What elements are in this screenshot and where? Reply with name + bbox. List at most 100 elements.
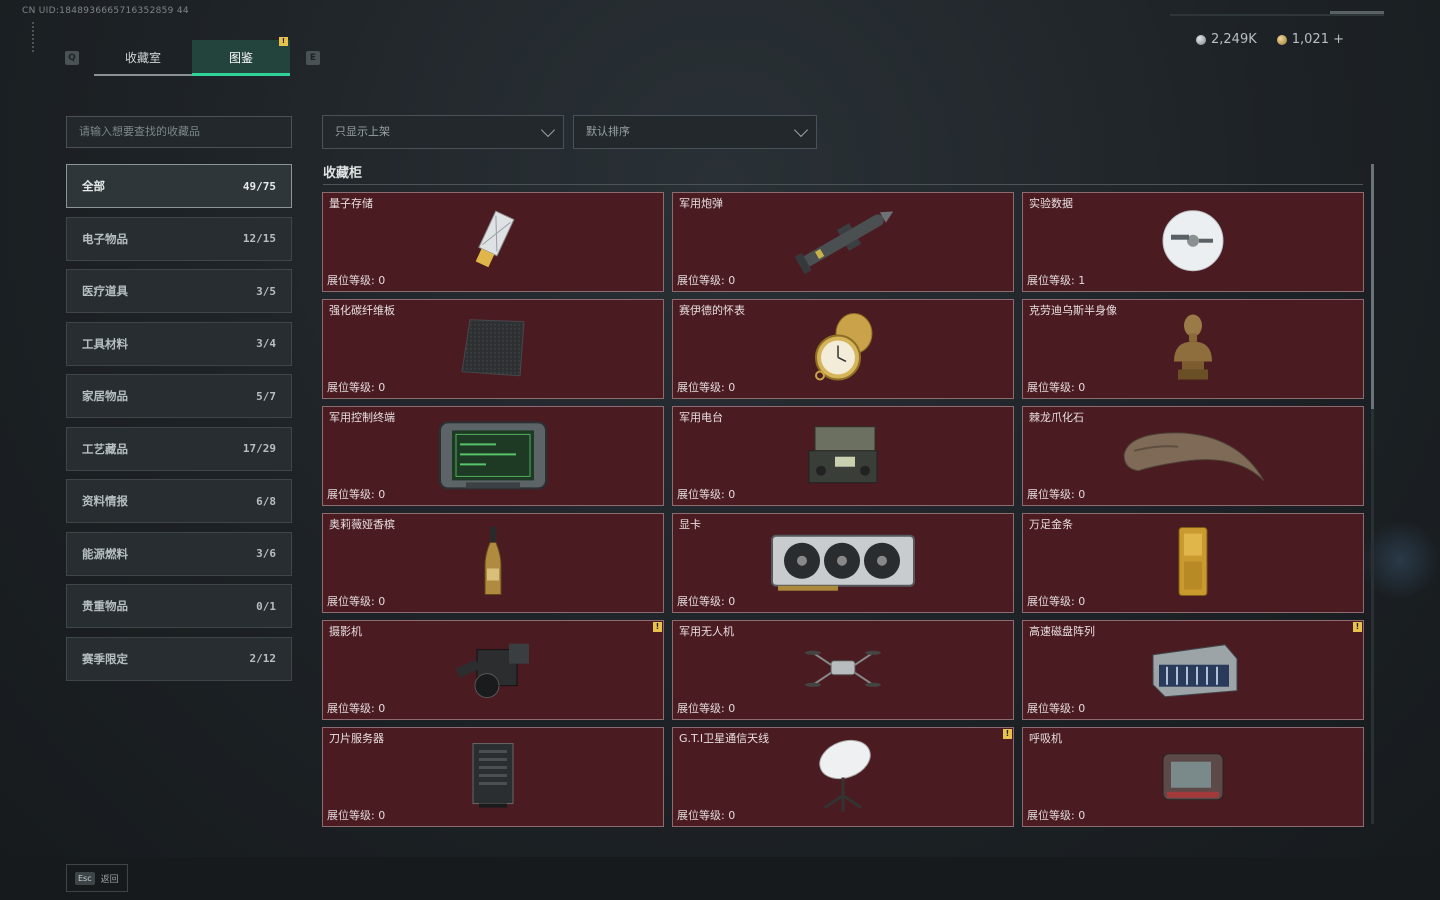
collection-card[interactable]: 军用无人机 展位等级: 0 xyxy=(672,620,1014,720)
category-electronics[interactable]: 电子物品 12/15 xyxy=(66,216,292,261)
alert-badge: ! xyxy=(1353,622,1362,632)
collection-card[interactable]: 刀片服务器 展位等级: 0 xyxy=(322,727,664,827)
collection-card[interactable]: 强化碳纤维板 展位等级: 0 xyxy=(322,299,664,399)
item-name: G.T.I卫星通信天线 xyxy=(679,732,770,745)
tab-codex[interactable]: 图鉴! xyxy=(192,37,290,76)
item-name: 军用无人机 xyxy=(679,625,734,638)
category-label: 工艺藏品 xyxy=(82,441,128,456)
dropdown-value: 只显示上架 xyxy=(335,125,390,138)
scrollbar-thumb[interactable] xyxy=(1371,164,1374,409)
category-household[interactable]: 家居物品 5/7 xyxy=(66,374,292,418)
collection-card[interactable]: 军用电台 展位等级: 0 xyxy=(672,406,1014,506)
tab-label: 收藏室 xyxy=(124,51,161,65)
category-season[interactable]: 赛季限定 2/12 xyxy=(66,636,292,681)
disk-array-icon xyxy=(1152,644,1238,698)
server-icon xyxy=(472,743,514,808)
tab-label: 图鉴 xyxy=(228,51,253,65)
collection-card[interactable]: 军用控制终端 展位等级: 0 xyxy=(322,406,664,506)
satellite-dish-icon xyxy=(819,739,871,812)
category-count: 3/4 xyxy=(256,337,276,350)
back-button[interactable]: Esc 返回 xyxy=(66,864,128,892)
tab-collection-room[interactable]: 收藏室 xyxy=(94,40,192,76)
category-count: 49/75 xyxy=(242,179,276,193)
category-label: 工具材料 xyxy=(82,336,128,351)
collection-card[interactable]: G.T.I卫星通信天线 ! 展位等级: 0 xyxy=(672,727,1014,827)
champagne-icon xyxy=(484,526,502,596)
currency-gold[interactable]: 1,021 + xyxy=(1276,32,1344,47)
category-label: 赛季限定 xyxy=(82,651,128,666)
gpu-icon xyxy=(771,534,915,591)
display-level: 展位等级: 0 xyxy=(677,595,736,608)
display-level: 展位等级: 1 xyxy=(1027,274,1086,287)
display-level: 展位等级: 0 xyxy=(1027,595,1086,608)
display-level: 展位等级: 0 xyxy=(327,702,386,715)
currency-value: 2,249K xyxy=(1211,32,1257,47)
category-count: 12/15 xyxy=(242,232,276,245)
category-label: 家居物品 xyxy=(82,389,128,403)
category-count: 2/12 xyxy=(249,652,277,665)
gold-bar-icon xyxy=(1178,527,1208,597)
collection-card[interactable]: 军用炮弹 展位等级: 0 xyxy=(672,192,1014,292)
collection-card[interactable]: 克劳迪乌斯半身像 展位等级: 0 xyxy=(1022,299,1364,399)
sort-dropdown[interactable]: 默认排序 xyxy=(573,115,817,149)
display-level: 展位等级: 0 xyxy=(327,595,386,608)
alert-badge: ! xyxy=(1003,729,1012,739)
collection-card[interactable]: 棘龙爪化石 展位等级: 0 xyxy=(1022,406,1364,506)
currency-silver[interactable]: 2,249K xyxy=(1196,32,1257,47)
display-level: 展位等级: 0 xyxy=(327,488,386,501)
item-name: 军用电台 xyxy=(679,411,723,424)
carbon-plate-icon xyxy=(461,319,525,377)
item-name: 显卡 xyxy=(679,518,701,531)
item-name: 赛伊德的怀表 xyxy=(679,304,745,317)
silver-coin-icon xyxy=(1196,34,1206,45)
category-label: 贵重物品 xyxy=(82,599,128,613)
category-tools[interactable]: 工具材料 3/4 xyxy=(66,321,292,366)
search-input[interactable]: 请输入想要查找的收藏品 xyxy=(66,116,292,148)
drone-icon xyxy=(805,650,881,687)
item-name: 高速磁盘阵列 xyxy=(1029,625,1095,638)
camera-icon xyxy=(455,643,529,699)
category-medical[interactable]: 医疗道具 3/5 xyxy=(66,269,292,313)
category-valuables[interactable]: 贵重物品 0/1 xyxy=(66,584,292,628)
next-tab-key[interactable]: E xyxy=(306,51,320,65)
category-intel[interactable]: 资料情报 6/8 xyxy=(66,479,292,523)
section-divider xyxy=(323,184,1363,185)
side-decoration xyxy=(32,22,38,52)
currency-bar: 2,249K 1,021 + xyxy=(1196,32,1344,47)
collection-card[interactable]: 奥莉薇娅香槟 展位等级: 0 xyxy=(322,513,664,613)
ventilator-icon xyxy=(1162,753,1224,801)
category-count: 5/7 xyxy=(256,389,276,403)
pocket-watch-icon xyxy=(815,312,873,381)
collection-card[interactable]: 量子存储 展位等级: 0 xyxy=(322,192,664,292)
collection-card[interactable]: 万足金条 展位等级: 0 xyxy=(1022,513,1364,613)
top-divider-accent xyxy=(1330,11,1384,14)
esc-key: Esc xyxy=(75,871,95,885)
gold-coin-icon xyxy=(1276,34,1287,45)
category-energy[interactable]: 能源燃料 3/6 xyxy=(66,531,292,576)
control-terminal-icon xyxy=(439,421,547,490)
collection-card[interactable]: 呼吸机 展位等级: 0 xyxy=(1022,727,1364,827)
category-label: 全部 xyxy=(82,179,105,193)
collection-card[interactable]: 显卡 展位等级: 0 xyxy=(672,513,1014,613)
item-name: 刀片服务器 xyxy=(329,732,384,745)
display-level: 展位等级: 0 xyxy=(1027,381,1086,394)
collection-grid: 量子存储 展位等级: 0 军用炮弹 展位等级: 0 实验数据 展位等级: 1 强… xyxy=(322,192,1364,827)
display-level: 展位等级: 0 xyxy=(677,381,736,394)
prev-tab-key[interactable]: Q xyxy=(65,51,79,65)
collection-card[interactable]: 高速磁盘阵列 ! 展位等级: 0 xyxy=(1022,620,1364,720)
shelf-filter-dropdown[interactable]: 只显示上架 xyxy=(322,115,564,149)
usb-drive-icon xyxy=(475,210,515,268)
category-all[interactable]: 全部 49/75 xyxy=(66,164,292,208)
player-uid: CN UID:1848936665716352859 44 xyxy=(22,6,189,16)
category-count: 6/8 xyxy=(256,494,276,508)
collection-card[interactable]: 摄影机 ! 展位等级: 0 xyxy=(322,620,664,720)
item-name: 强化碳纤维板 xyxy=(329,304,395,317)
collection-card[interactable]: 赛伊德的怀表 展位等级: 0 xyxy=(672,299,1014,399)
currency-value: 1,021 + xyxy=(1291,32,1344,47)
chevron-down-icon xyxy=(540,122,556,138)
category-crafts[interactable]: 工艺藏品 17/29 xyxy=(66,426,292,471)
display-level: 展位等级: 0 xyxy=(1027,809,1086,822)
collection-card[interactable]: 实验数据 展位等级: 1 xyxy=(1022,192,1364,292)
missile-icon xyxy=(794,211,894,275)
tab-bar: 收藏室 图鉴! xyxy=(94,37,290,76)
